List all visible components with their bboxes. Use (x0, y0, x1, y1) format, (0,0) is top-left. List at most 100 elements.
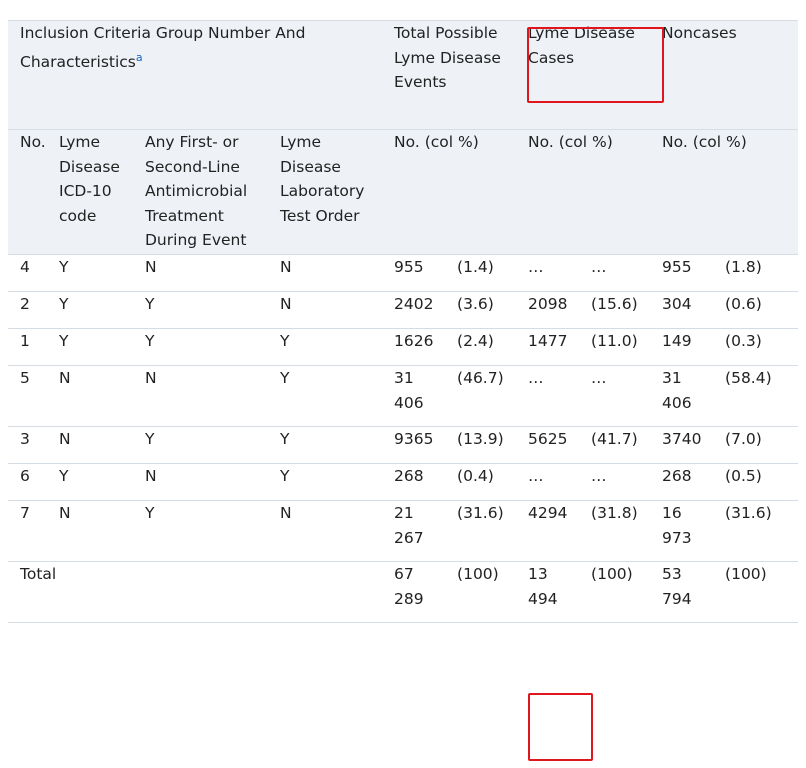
cell-antimicrobial: N (145, 365, 280, 427)
cell-total-n-value: 21 267 (394, 504, 424, 547)
cell-noncases-n: 3740 (662, 426, 726, 464)
cell-no: 7 (8, 500, 59, 562)
cell-icd: Y (59, 291, 145, 329)
cell-total-n-value: 31 406 (394, 369, 424, 412)
cell-cases-n: 13 494 (528, 561, 592, 623)
cell-antimicrobial: N (145, 254, 280, 292)
cell-cases-pct: … (591, 463, 663, 501)
cell-total-n: 31 406 (394, 365, 458, 427)
cell-icd: Y (59, 328, 145, 366)
cell-lab: Y (280, 463, 395, 501)
cell-total-pct: (2.4) (457, 328, 529, 366)
cell-noncases-pct: (100) (725, 561, 799, 623)
cell-noncases-pct: (58.4) (725, 365, 799, 427)
header-group-title: Inclusion Criteria Group Number And Char… (20, 24, 306, 71)
cell-cases-pct: (100) (591, 561, 663, 623)
cell-antimicrobial: Y (145, 328, 280, 366)
table-row: 7 N Y N 21 267 (31.6) 4294 (31.8) 16 973… (8, 500, 799, 562)
cell-cases-pct: … (591, 365, 663, 427)
header-antimicrobial: Any First- or Second-Line Antimicrobial … (145, 129, 280, 255)
header-no: No. (8, 129, 59, 255)
cell-icd: N (59, 365, 145, 427)
cell-total-pct: (0.4) (457, 463, 529, 501)
header-lab-label: Lyme Disease Laboratory Test Order (280, 133, 365, 225)
cell-total-pct: (100) (457, 561, 529, 623)
cell-cases-pct: … (591, 254, 663, 292)
cell-lab: N (280, 291, 395, 329)
cell-noncases-n: 16 973 (662, 500, 726, 562)
header-lab-test: Lyme Disease Laboratory Test Order (280, 129, 395, 255)
header-row-groups: Inclusion Criteria Group Number And Char… (8, 20, 799, 130)
header-noncases-col-pct: No. (col %) (662, 129, 799, 255)
cell-antimicrobial: Y (145, 291, 280, 329)
cell-icd: N (59, 500, 145, 562)
cell-cases-n: 1477 (528, 328, 592, 366)
cell-cases-n: 4294 (528, 500, 592, 562)
header-row-subcolumns: No. Lyme Disease ICD-10 code Any First- … (8, 129, 799, 255)
cell-lab: Y (280, 328, 395, 366)
cell-noncases-pct: (7.0) (725, 426, 799, 464)
footnote-link[interactable]: a (136, 51, 143, 64)
cell-antimicrobial: N (145, 463, 280, 501)
cell-lab: Y (280, 426, 395, 464)
cell-no: 4 (8, 254, 59, 292)
cell-cases-n: 2098 (528, 291, 592, 329)
table-row: 6 Y N Y 268 (0.4) … … 268 (0.5) (8, 463, 799, 501)
cell-total-n: 21 267 (394, 500, 458, 562)
cell-noncases-n: 149 (662, 328, 726, 366)
cell-total-n-value: 67 289 (394, 565, 424, 608)
cell-cases-n: 5625 (528, 426, 592, 464)
cell-total-pct: (3.6) (457, 291, 529, 329)
cell-cases-n-value: 13 494 (528, 565, 558, 608)
cell-noncases-pct: (0.5) (725, 463, 799, 501)
table-row: 4 Y N N 955 (1.4) … … 955 (1.8) (8, 254, 799, 292)
header-icd-code: Lyme Disease ICD-10 code (59, 129, 145, 255)
cell-lab: Y (280, 365, 395, 427)
cell-noncases-n: 53 794 (662, 561, 726, 623)
header-cases-label: Lyme Disease Cases (528, 24, 635, 67)
cell-lab: N (280, 500, 395, 562)
cell-no: 5 (8, 365, 59, 427)
header-total-events: Total Possible Lyme Disease Events (394, 20, 529, 130)
table-row: 1 Y Y Y 1626 (2.4) 1477 (11.0) 149 (0.3) (8, 328, 799, 366)
cell-cases-pct: (11.0) (591, 328, 663, 366)
cell-no: 1 (8, 328, 59, 366)
cell-noncases-n: 268 (662, 463, 726, 501)
highlight-box-total-cases (528, 693, 593, 761)
header-cases-col-pct: No. (col %) (528, 129, 663, 255)
table-row-total: Total 67 289 (100) 13 494 (100) 53 794 (… (8, 561, 799, 623)
header-group-characteristics: Inclusion Criteria Group Number And Char… (8, 20, 395, 130)
cell-no: 6 (8, 463, 59, 501)
cell-total-pct: (13.9) (457, 426, 529, 464)
cell-noncases-pct: (0.6) (725, 291, 799, 329)
cell-antimicrobial: Y (145, 426, 280, 464)
cell-total-n: 1626 (394, 328, 458, 366)
table-row: 2 Y Y N 2402 (3.6) 2098 (15.6) 304 (0.6) (8, 291, 799, 329)
cell-total-n: 67 289 (394, 561, 458, 623)
cell-total-n: 9365 (394, 426, 458, 464)
table-row: 5 N N Y 31 406 (46.7) … … 31 406 (58.4) (8, 365, 799, 427)
cell-no: 3 (8, 426, 59, 464)
cell-icd: Y (59, 254, 145, 292)
cell-noncases-n: 955 (662, 254, 726, 292)
cell-total-label: Total (8, 561, 395, 623)
cell-noncases-pct: (0.3) (725, 328, 799, 366)
cell-lab: N (280, 254, 395, 292)
cell-total-pct: (46.7) (457, 365, 529, 427)
header-total-label: Total Possible Lyme Disease Events (394, 24, 501, 91)
cell-cases-pct: (41.7) (591, 426, 663, 464)
cell-noncases-n-value: 53 794 (662, 565, 692, 608)
cell-noncases-n: 31 406 (662, 365, 726, 427)
cell-noncases-n: 304 (662, 291, 726, 329)
cell-noncases-n-value: 16 973 (662, 504, 692, 547)
header-total-col-pct: No. (col %) (394, 129, 529, 255)
cell-no: 2 (8, 291, 59, 329)
table-row: 3 N Y Y 9365 (13.9) 5625 (41.7) 3740 (7.… (8, 426, 799, 464)
cell-noncases-n-value: 31 406 (662, 369, 692, 412)
cell-total-n: 955 (394, 254, 458, 292)
cell-icd: Y (59, 463, 145, 501)
header-icd-label: Lyme Disease ICD-10 code (59, 133, 120, 225)
cell-total-pct: (31.6) (457, 500, 529, 562)
cell-total-pct: (1.4) (457, 254, 529, 292)
cell-noncases-pct: (1.8) (725, 254, 799, 292)
